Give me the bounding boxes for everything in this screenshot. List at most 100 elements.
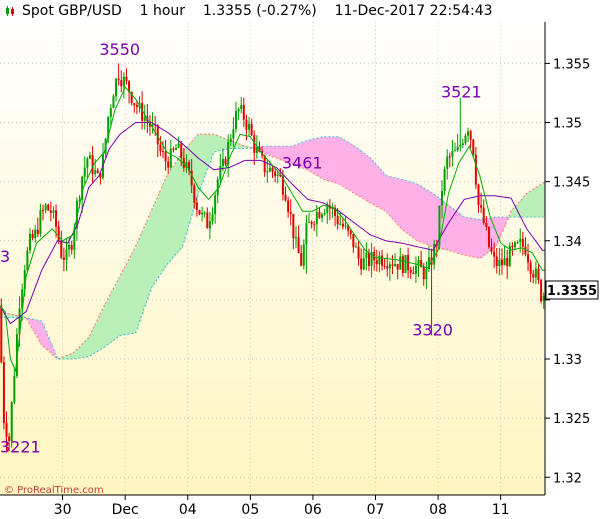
candle-body [203,212,206,214]
candle-body [294,237,297,239]
candle-body [274,171,277,176]
candle-body [208,221,211,229]
candle-body [143,116,146,121]
candle-body [542,295,545,302]
candle-body [349,230,352,235]
candle-body [425,268,428,280]
candle-body [446,156,449,170]
candle-body [529,262,532,274]
candle-body [276,174,279,176]
candle-body [55,210,58,227]
candle-body [224,159,227,165]
candle-body [172,148,175,150]
price-chart[interactable]: 3550 3221 3461 3320 3521 3 1.32 1.325 1.33 1.34 1… [0,0,600,519]
candle-body [313,224,316,226]
candle-body [96,170,99,174]
candle-body [268,167,271,172]
x-tick-label: 11 [492,502,510,518]
candle-body [454,150,457,152]
candle-body [109,108,112,117]
candle-body [404,254,407,273]
candle-body [175,148,178,150]
candle-body [120,80,123,87]
candle-body [472,139,475,155]
candle-body [229,138,232,142]
candle-body [461,143,464,145]
candle-body [245,119,248,130]
candle-body [219,166,222,180]
candle-body [117,78,120,81]
candle-body [394,264,397,266]
y-tick-label: 1.32 [553,471,582,486]
candle-body [201,212,204,215]
candle-body [537,268,540,281]
candle-body [391,264,394,266]
candle-body [60,240,63,258]
candle-body [221,159,224,167]
candle-body [169,148,172,168]
candle-body [467,131,470,136]
candle-body [360,258,363,270]
price-annotation: 3 [0,247,10,266]
candle-body [65,249,68,260]
candle-body [480,205,483,208]
candle-body [493,251,496,257]
last-price-text: 1.3355 [547,284,597,299]
candle-body [159,144,162,152]
candle-body [88,155,91,159]
candle-body [412,272,415,274]
candle-body [122,76,125,87]
candle-body [396,264,399,270]
candle-body [498,259,501,266]
candle-body [388,264,391,269]
candle-body [52,210,55,213]
chart-window: Spot GBP/USD 1 hour 1.3355 (-0.27%) 11-D… [0,0,600,519]
candle-body [451,150,454,157]
candle-body [308,221,311,223]
candle-body [490,246,493,252]
candle-body [500,259,503,266]
candle-body [36,229,39,234]
candle-body [527,254,530,263]
candle-body [386,266,389,269]
candle-body [401,256,404,273]
candle-body [83,167,86,177]
candle-body [248,123,251,130]
candle-body [211,214,214,222]
candle-body [511,245,514,248]
candle-body [487,227,490,247]
candle-body [232,128,235,139]
candle-body [10,402,13,442]
candle-body [135,104,138,108]
candle-body [302,244,305,266]
candle-body [193,185,196,203]
y-tick-label: 1.345 [553,176,590,191]
candle-body [378,255,381,265]
x-tick-label: Dec [112,502,139,518]
candle-body [242,104,245,120]
price-annotation: 3320 [412,320,453,339]
candle-body [469,131,472,140]
candle-body [177,143,180,149]
candle-body [521,238,524,247]
candle-body [506,258,509,267]
candle-body [495,256,498,266]
candle-body [367,252,370,266]
candle-body [250,123,253,136]
candle-body [0,305,3,363]
x-tick-label: 06 [304,502,322,518]
x-tick-label: 30 [54,502,72,518]
candle-body [310,221,313,225]
candle-body [383,265,386,267]
candle-body [28,233,31,251]
candle-body [49,210,52,213]
candle-body [297,237,300,254]
candle-body [70,244,73,250]
candle-body [532,273,535,278]
candle-body [464,135,467,144]
candle-body [284,194,287,201]
axis-background [545,22,600,519]
candle-body [26,250,29,271]
candle-body [206,212,209,229]
candle-body [234,111,237,129]
